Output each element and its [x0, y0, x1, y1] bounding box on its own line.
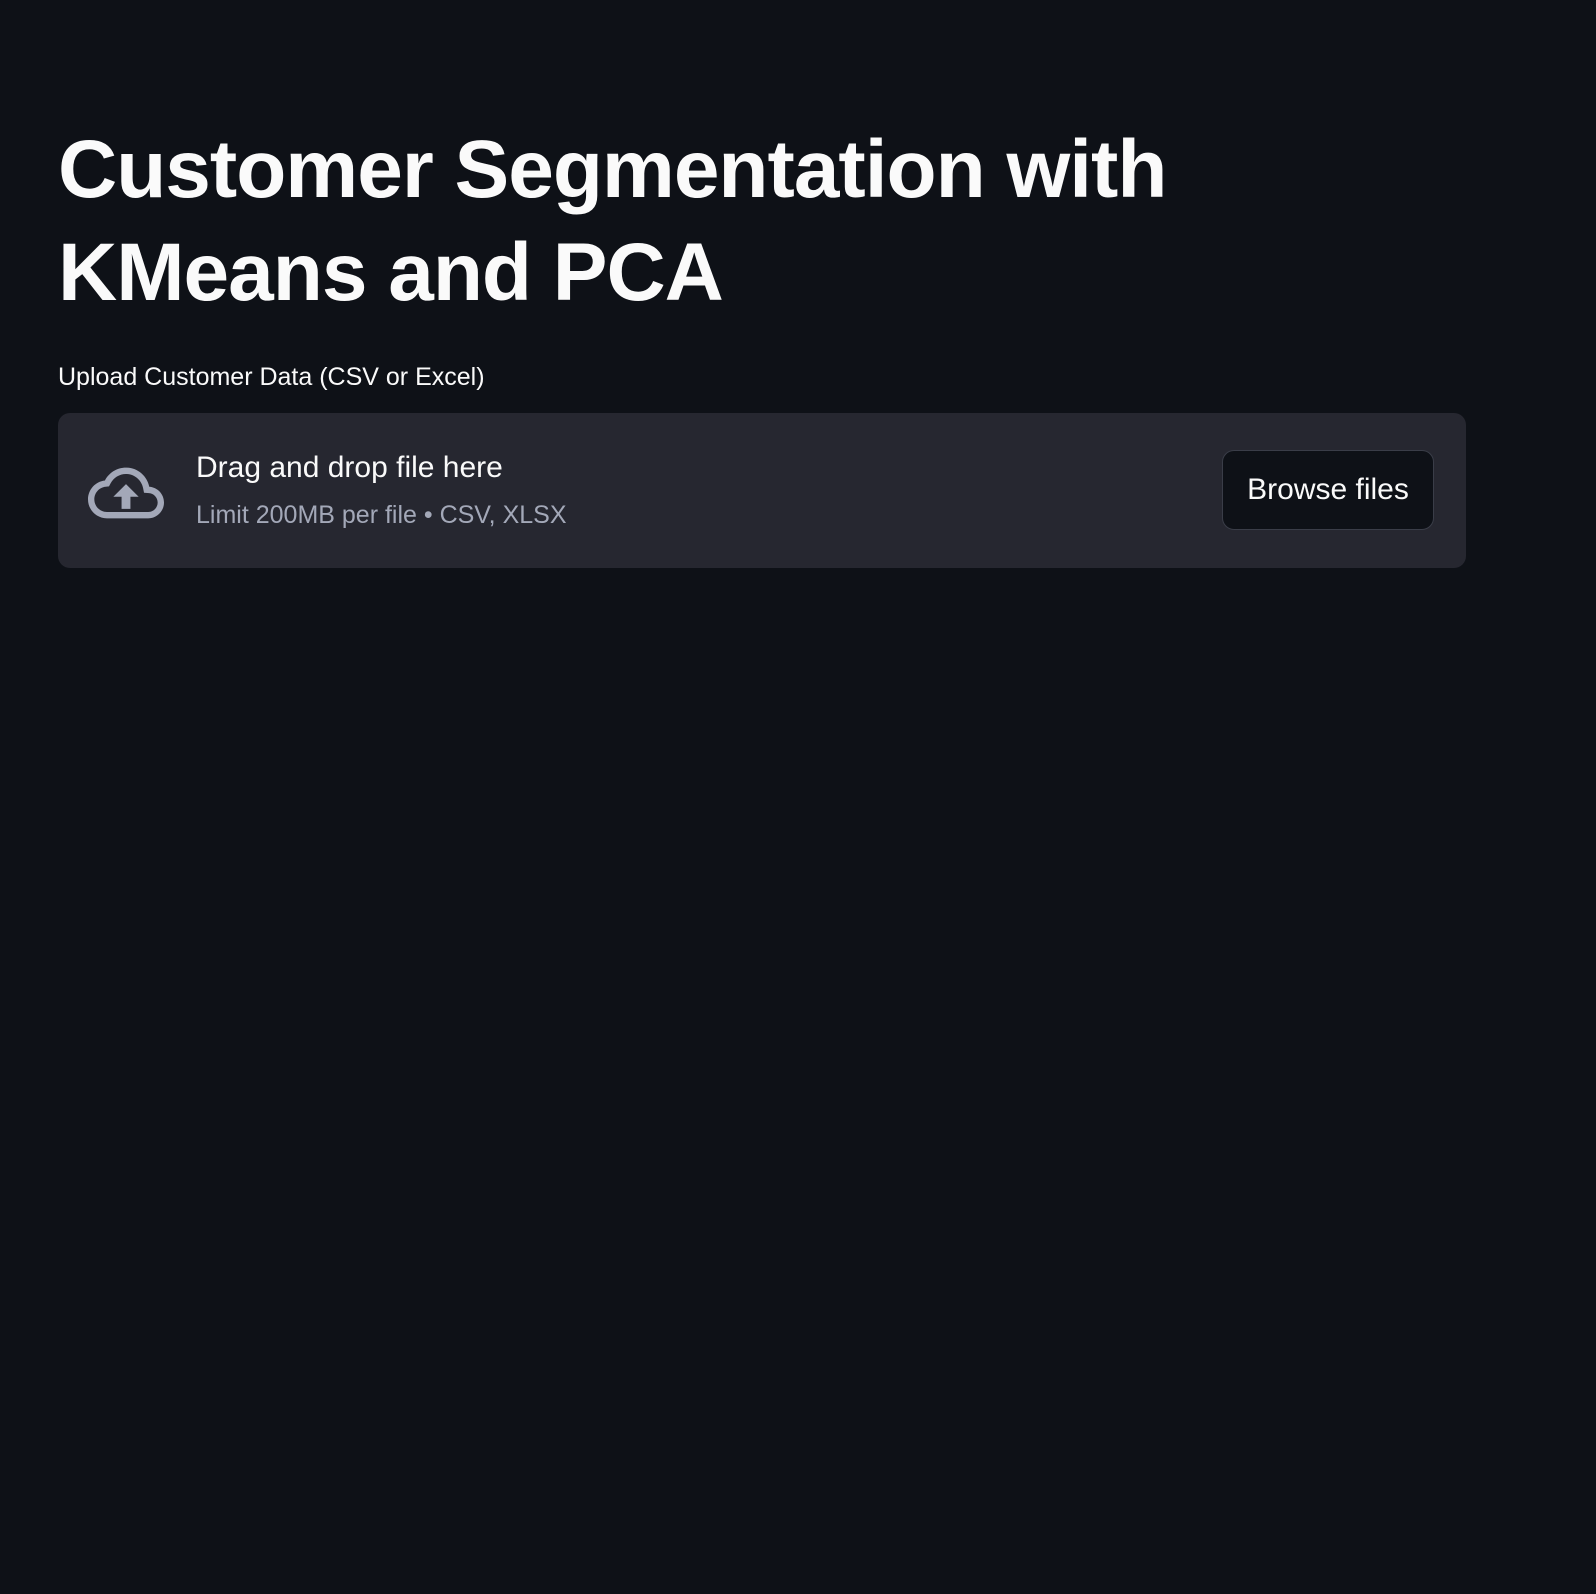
dropzone-instructions: Drag and drop file here Limit 200MB per … [196, 449, 567, 531]
cloud-upload-icon [88, 467, 164, 519]
browse-files-button[interactable]: Browse files [1222, 450, 1434, 530]
file-dropzone[interactable]: Drag and drop file here Limit 200MB per … [58, 413, 1466, 568]
page-title: Customer Segmentation with KMeans and PC… [58, 124, 1167, 318]
file-uploader-label: Upload Customer Data (CSV or Excel) [58, 363, 485, 391]
dropzone-limit-text: Limit 200MB per file • CSV, XLSX [196, 501, 567, 529]
dropzone-title: Drag and drop file here [196, 451, 503, 484]
